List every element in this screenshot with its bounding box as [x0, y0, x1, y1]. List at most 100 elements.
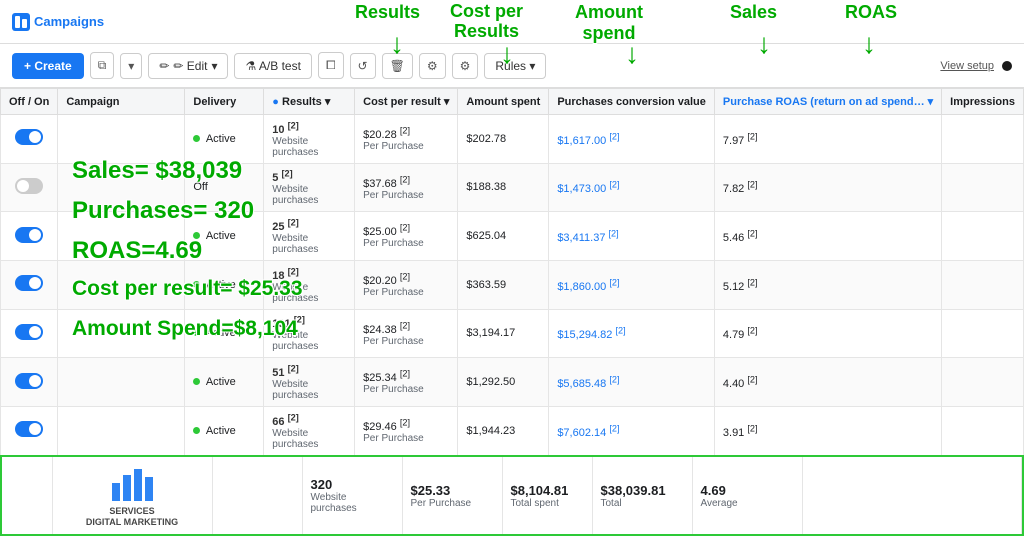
arrow-down-button[interactable]: ▾	[120, 53, 142, 79]
results-value: 131 [2]	[272, 318, 305, 330]
table-row: Active 25 [2] Website purchases $25.00 […	[1, 212, 1024, 261]
cost-sub: Per Purchase	[363, 141, 449, 152]
delivery-status: Active	[206, 279, 236, 291]
icon-btn-4[interactable]: ⚙	[419, 53, 446, 79]
cell-toggle[interactable]	[1, 163, 58, 212]
cost-sub: Per Purchase	[363, 336, 449, 347]
results-value: 51 [2]	[272, 367, 299, 379]
cell-campaign	[58, 406, 185, 455]
results-sub: Website purchases	[272, 282, 346, 304]
ab-test-button[interactable]: ⚗ A/B test	[234, 53, 311, 79]
header-cost-per-result[interactable]: Cost per result ▾	[355, 89, 458, 115]
summary-results-val: 320	[311, 477, 394, 492]
delivery-status: Active	[206, 425, 236, 437]
amount-value: $1,944.23	[466, 425, 515, 437]
cell-impressions	[942, 406, 1024, 455]
nav-title: Campaigns	[34, 14, 104, 29]
cost-sub: Per Purchase	[363, 238, 449, 249]
roas-value: 5.46 [2]	[723, 232, 758, 244]
delivery-status: Active	[206, 327, 236, 339]
cell-delivery: Active	[185, 309, 264, 358]
pcv-link[interactable]: $1,617.00 [2]	[557, 135, 619, 147]
summary-pcv-sub: Total	[601, 498, 684, 509]
cell-campaign	[58, 260, 185, 309]
cost-sub: Per Purchase	[363, 433, 449, 444]
header-impressions[interactable]: Impressions	[942, 89, 1024, 115]
amount-value: $202.78	[466, 133, 506, 145]
amount-value: $363.59	[466, 279, 506, 291]
summary-cost-val: $25.33	[411, 483, 494, 498]
active-dot	[193, 329, 200, 336]
header-results[interactable]: ● Results ▾	[264, 89, 355, 115]
summary-amount-sub: Total spent	[511, 498, 584, 509]
pcv-link[interactable]: $1,473.00 [2]	[557, 183, 619, 195]
cell-pcv: $1,617.00 [2]	[549, 115, 715, 164]
cell-toggle[interactable]	[1, 115, 58, 164]
icon-btn-2[interactable]: ↺	[350, 53, 376, 79]
header-delivery: Delivery	[185, 89, 264, 115]
icon-btn-1[interactable]: ⧠	[318, 52, 344, 79]
delivery-status: Off	[193, 181, 207, 193]
cell-toggle[interactable]	[1, 260, 58, 309]
cell-delivery: Active	[185, 358, 264, 407]
pcv-link[interactable]: $15,294.82 [2]	[557, 329, 625, 341]
rules-button[interactable]: Rules ▾	[484, 53, 546, 79]
toggle-switch[interactable]	[15, 129, 43, 145]
top-nav: Campaigns	[0, 0, 1024, 44]
edit-icon: ✏	[159, 59, 169, 73]
cell-toggle[interactable]	[1, 309, 58, 358]
table-row: Active 10 [2] Website purchases $20.28 […	[1, 115, 1024, 164]
cell-results: 131 [2] Website purchases	[264, 309, 355, 358]
cell-toggle[interactable]	[1, 358, 58, 407]
cell-roas: 5.12 [2]	[714, 260, 941, 309]
create-button[interactable]: + Create	[12, 53, 84, 79]
summary-campaign-cell: SERVICESDIGITAL MARKETING	[52, 457, 212, 534]
toggle-switch[interactable]	[15, 373, 43, 389]
toggle-switch[interactable]	[15, 324, 43, 340]
cost-value: $37.68 [2]	[363, 178, 410, 190]
cell-results: 18 [2] Website purchases	[264, 260, 355, 309]
summary-impressions-cell	[802, 457, 1022, 534]
header-purchases-cv[interactable]: Purchases conversion value	[549, 89, 715, 115]
results-sub: Website purchases	[272, 184, 346, 206]
view-setup-link[interactable]: View setup	[940, 60, 994, 72]
cell-amount: $202.78	[458, 115, 549, 164]
cell-delivery: Off	[185, 163, 264, 212]
duplicate-button[interactable]: ⧉	[90, 52, 115, 79]
cell-amount: $1,944.23	[458, 406, 549, 455]
cell-campaign	[58, 115, 185, 164]
header-amount-spent[interactable]: Amount spent	[458, 89, 549, 115]
roas-value: 5.12 [2]	[723, 281, 758, 293]
pcv-link[interactable]: $1,860.00 [2]	[557, 281, 619, 293]
pcv-link[interactable]: $5,685.48 [2]	[557, 378, 619, 390]
results-sub: Website purchases	[272, 136, 346, 158]
summary-roas-cell: 4.69 Average	[692, 457, 802, 534]
edit-button[interactable]: ✏ ✏ Edit ▾	[148, 53, 228, 79]
active-dot	[193, 232, 200, 239]
cell-toggle[interactable]	[1, 212, 58, 261]
amount-value: $1,292.50	[466, 376, 515, 388]
amount-value: $625.04	[466, 230, 506, 242]
cell-delivery: Active	[185, 115, 264, 164]
toggle-switch[interactable]	[15, 421, 43, 437]
pcv-link[interactable]: $7,602.14 [2]	[557, 427, 619, 439]
icon-btn-5[interactable]: ⚙	[452, 53, 479, 79]
cell-cost: $37.68 [2] Per Purchase	[355, 163, 458, 212]
icon-btn-3[interactable]: 🗑	[382, 53, 413, 79]
watermark-text: SERVICESDIGITAL MARKETING	[61, 506, 204, 528]
pcv-link[interactable]: $3,411.37 [2]	[557, 232, 618, 244]
summary-row: SERVICESDIGITAL MARKETING 320 Website pu…	[0, 455, 1024, 536]
header-roas[interactable]: Purchase ROAS (return on ad spend… ▾	[714, 89, 941, 115]
toggle-switch[interactable]	[15, 275, 43, 291]
edit-dropdown-icon: ▾	[211, 59, 217, 73]
cell-delivery: Active	[185, 406, 264, 455]
table-wrapper: Off / On Campaign Delivery ● Results ▾ C…	[0, 88, 1024, 536]
cell-delivery: Active	[185, 212, 264, 261]
cell-toggle[interactable]	[1, 406, 58, 455]
toggle-switch[interactable]	[15, 227, 43, 243]
active-dot	[193, 135, 200, 142]
summary-cost-cell: $25.33 Per Purchase	[402, 457, 502, 534]
toggle-switch[interactable]	[15, 178, 43, 194]
cell-impressions	[942, 358, 1024, 407]
nav-logo-icon	[12, 13, 30, 31]
